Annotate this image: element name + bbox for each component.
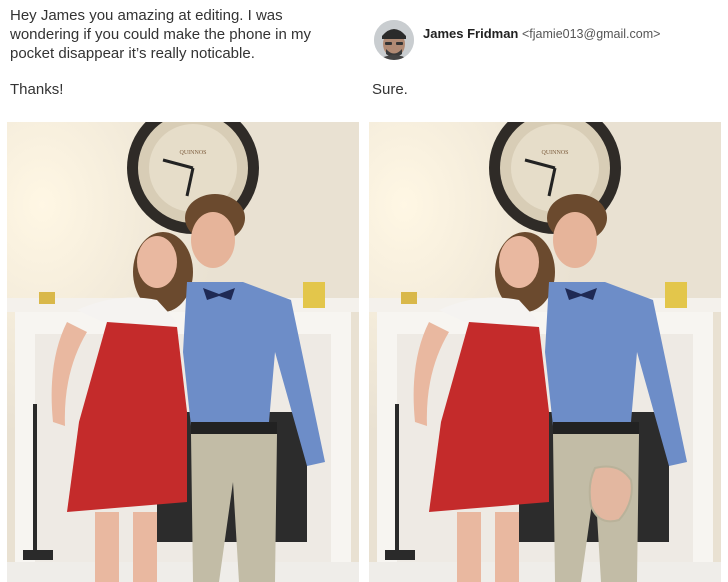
couple-photo-illustration: QUINNOS bbox=[7, 122, 359, 582]
reply-text: Sure. bbox=[372, 81, 408, 98]
reply-header: James Fridman <fjamie013@gmail.com> bbox=[423, 26, 660, 41]
edited-photo: QUINNOS bbox=[369, 122, 721, 582]
original-photo: QUINNOS bbox=[7, 122, 359, 582]
author-name: James Fridman bbox=[423, 26, 519, 41]
request-message: Hey James you amazing at editing. I was … bbox=[10, 6, 355, 63]
avatar-portrait-icon bbox=[374, 20, 414, 60]
clock-brand-label: QUINNOS bbox=[180, 150, 207, 156]
author-email: <fjamie013@gmail.com> bbox=[522, 27, 661, 41]
request-text: Hey James you amazing at editing. I was … bbox=[10, 7, 312, 62]
clock-brand-label: QUINNOS bbox=[542, 150, 569, 156]
author-avatar bbox=[374, 20, 414, 60]
request-sign-off: Thanks! bbox=[10, 81, 64, 98]
couple-photo-edited-illustration: QUINNOS bbox=[369, 122, 721, 582]
